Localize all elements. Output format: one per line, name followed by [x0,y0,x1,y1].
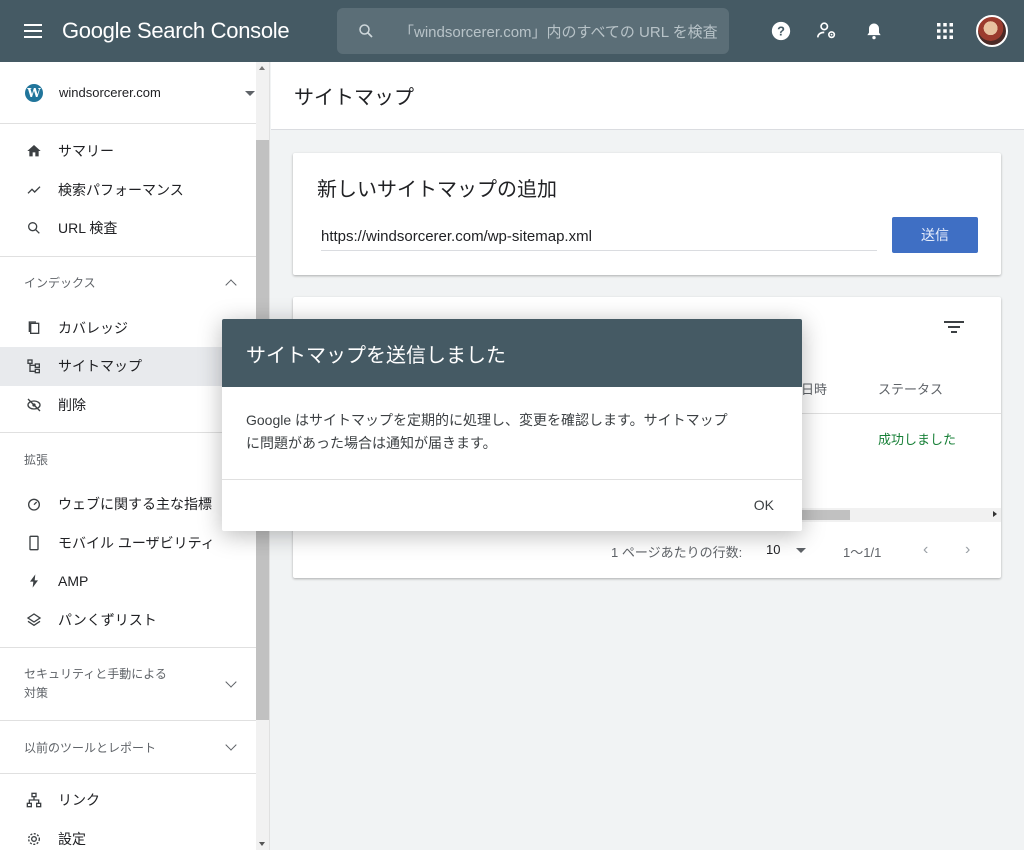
dialog-message-line2: に問題があった場合は通知が届きます。 [246,435,497,451]
dialog-title: サイトマップを送信しました [222,319,802,387]
dialog-message-line1: Google はサイトマップを定期的に処理し、変更を確認します。サイトマップ [246,412,728,428]
sitemap-submitted-dialog: サイトマップを送信しました Google はサイトマップを定期的に処理し、変更を… [222,319,802,531]
dialog-message: Google はサイトマップを定期的に処理し、変更を確認します。サイトマップ に… [222,387,802,480]
dialog-actions: OK [222,480,802,531]
ok-button[interactable]: OK [754,497,774,513]
